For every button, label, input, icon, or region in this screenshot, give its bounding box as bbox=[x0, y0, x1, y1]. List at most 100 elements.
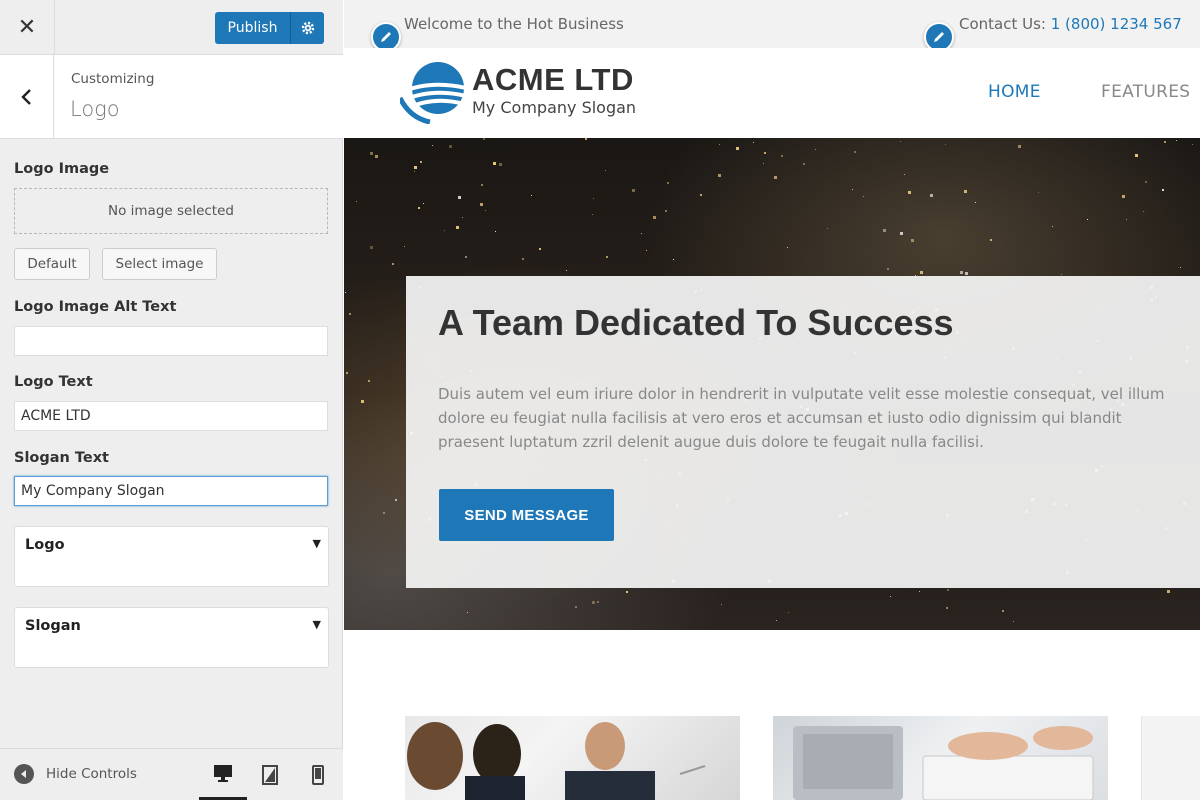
city-light bbox=[495, 231, 496, 232]
caret-down-icon: ▼ bbox=[312, 537, 321, 550]
gear-icon bbox=[301, 21, 314, 35]
desktop-icon bbox=[214, 765, 232, 782]
city-light bbox=[531, 195, 532, 196]
city-light bbox=[456, 226, 459, 229]
select-image-button[interactable]: Select image bbox=[102, 248, 217, 280]
hide-controls-button[interactable]: Hide Controls bbox=[14, 764, 137, 784]
city-light bbox=[483, 138, 485, 140]
city-light bbox=[346, 372, 348, 374]
laptop-typing-image bbox=[773, 716, 1108, 800]
logo-dropdown[interactable]: Logo ▼ bbox=[14, 526, 329, 587]
send-message-button[interactable]: SEND MESSAGE bbox=[439, 489, 614, 541]
logo-dropdown-label: Logo bbox=[25, 537, 65, 553]
city-light bbox=[719, 144, 720, 145]
city-light bbox=[1038, 192, 1039, 193]
city-light bbox=[392, 263, 394, 265]
city-light bbox=[1013, 621, 1014, 622]
nav-features[interactable]: FEATURES bbox=[1101, 82, 1190, 102]
back-button[interactable] bbox=[0, 55, 54, 139]
city-light bbox=[423, 203, 424, 204]
city-light bbox=[763, 163, 764, 164]
city-light bbox=[345, 292, 346, 293]
city-light bbox=[418, 207, 420, 209]
desktop-preview-button[interactable] bbox=[199, 749, 247, 800]
city-light bbox=[467, 612, 468, 613]
city-light bbox=[883, 229, 886, 232]
city-light bbox=[597, 601, 599, 603]
city-light bbox=[420, 161, 422, 163]
contact-phone[interactable]: 1 (800) 1234 567 bbox=[1051, 15, 1182, 33]
city-light bbox=[432, 145, 433, 146]
city-light bbox=[566, 270, 567, 271]
city-light bbox=[945, 144, 946, 145]
city-light bbox=[673, 259, 674, 260]
city-light bbox=[593, 198, 594, 199]
city-light bbox=[854, 151, 856, 153]
contact-info: Contact Us: 1 (800) 1234 567 bbox=[959, 15, 1182, 33]
city-light bbox=[368, 380, 370, 382]
publish-button[interactable]: Publish bbox=[215, 12, 290, 44]
city-light bbox=[522, 258, 524, 260]
city-light bbox=[1192, 144, 1193, 145]
site-preview: Welcome to the Hot Business Contact Us: … bbox=[344, 0, 1200, 800]
city-light bbox=[887, 268, 889, 270]
city-light bbox=[465, 256, 467, 258]
nav-home[interactable]: HOME bbox=[988, 82, 1041, 102]
customizer-header: ✕ Publish bbox=[0, 0, 343, 55]
slogan-text-input[interactable] bbox=[14, 476, 328, 506]
city-light bbox=[1135, 154, 1138, 157]
city-light bbox=[736, 147, 739, 150]
city-light bbox=[964, 190, 967, 193]
city-light bbox=[592, 214, 593, 215]
city-light bbox=[575, 606, 577, 608]
tablet-icon bbox=[262, 765, 278, 785]
pencil-icon bbox=[381, 32, 391, 42]
contact-prefix: Contact Us: bbox=[959, 15, 1051, 33]
city-light bbox=[764, 152, 766, 154]
city-light bbox=[592, 601, 595, 604]
publish-settings-button[interactable] bbox=[290, 12, 324, 44]
preview-topbar: Welcome to the Hot Business Contact Us: … bbox=[344, 0, 1200, 48]
caret-down-icon: ▼ bbox=[312, 618, 321, 631]
default-button[interactable]: Default bbox=[14, 248, 90, 280]
hero-section: A Team Dedicated To Success Duis autem v… bbox=[344, 138, 1200, 630]
city-light bbox=[493, 162, 496, 165]
city-light bbox=[449, 145, 452, 148]
city-light bbox=[1018, 145, 1021, 148]
hero-body: Duis autem vel eum iriure dolor in hendr… bbox=[438, 385, 1165, 451]
site-title[interactable]: ACME LTD bbox=[472, 62, 634, 98]
city-light bbox=[721, 604, 722, 605]
close-customizer-button[interactable]: ✕ bbox=[0, 0, 55, 55]
city-light bbox=[481, 184, 483, 186]
company-logo[interactable] bbox=[400, 58, 468, 124]
city-light bbox=[539, 248, 541, 250]
slogan-dropdown[interactable]: Slogan ▼ bbox=[14, 607, 329, 668]
alt-text-input[interactable] bbox=[14, 326, 328, 356]
section-subtitle: Customizing bbox=[71, 71, 155, 87]
pencil-icon bbox=[934, 32, 944, 42]
city-light bbox=[904, 174, 905, 175]
city-light bbox=[626, 591, 628, 593]
tablet-preview-button[interactable] bbox=[246, 749, 294, 800]
site-slogan: My Company Slogan bbox=[472, 98, 637, 117]
hero-card: A Team Dedicated To Success Duis autem v… bbox=[406, 276, 1200, 588]
mobile-preview-button[interactable] bbox=[294, 749, 342, 800]
city-light bbox=[395, 499, 397, 501]
city-light bbox=[499, 163, 502, 166]
city-light bbox=[1122, 195, 1125, 198]
city-light bbox=[1061, 274, 1062, 275]
city-light bbox=[852, 189, 853, 190]
city-light bbox=[919, 591, 920, 592]
grid-paper-image bbox=[1141, 716, 1200, 800]
city-light bbox=[753, 142, 754, 143]
city-light bbox=[606, 256, 608, 258]
logo-text-input[interactable] bbox=[14, 401, 328, 431]
city-light bbox=[965, 272, 968, 275]
logo-image-placeholder[interactable]: No image selected bbox=[14, 188, 328, 234]
city-light bbox=[1180, 267, 1181, 268]
city-light bbox=[404, 246, 405, 247]
city-light bbox=[349, 313, 351, 315]
city-light bbox=[781, 155, 783, 157]
city-light bbox=[900, 141, 901, 142]
city-light bbox=[908, 191, 911, 194]
